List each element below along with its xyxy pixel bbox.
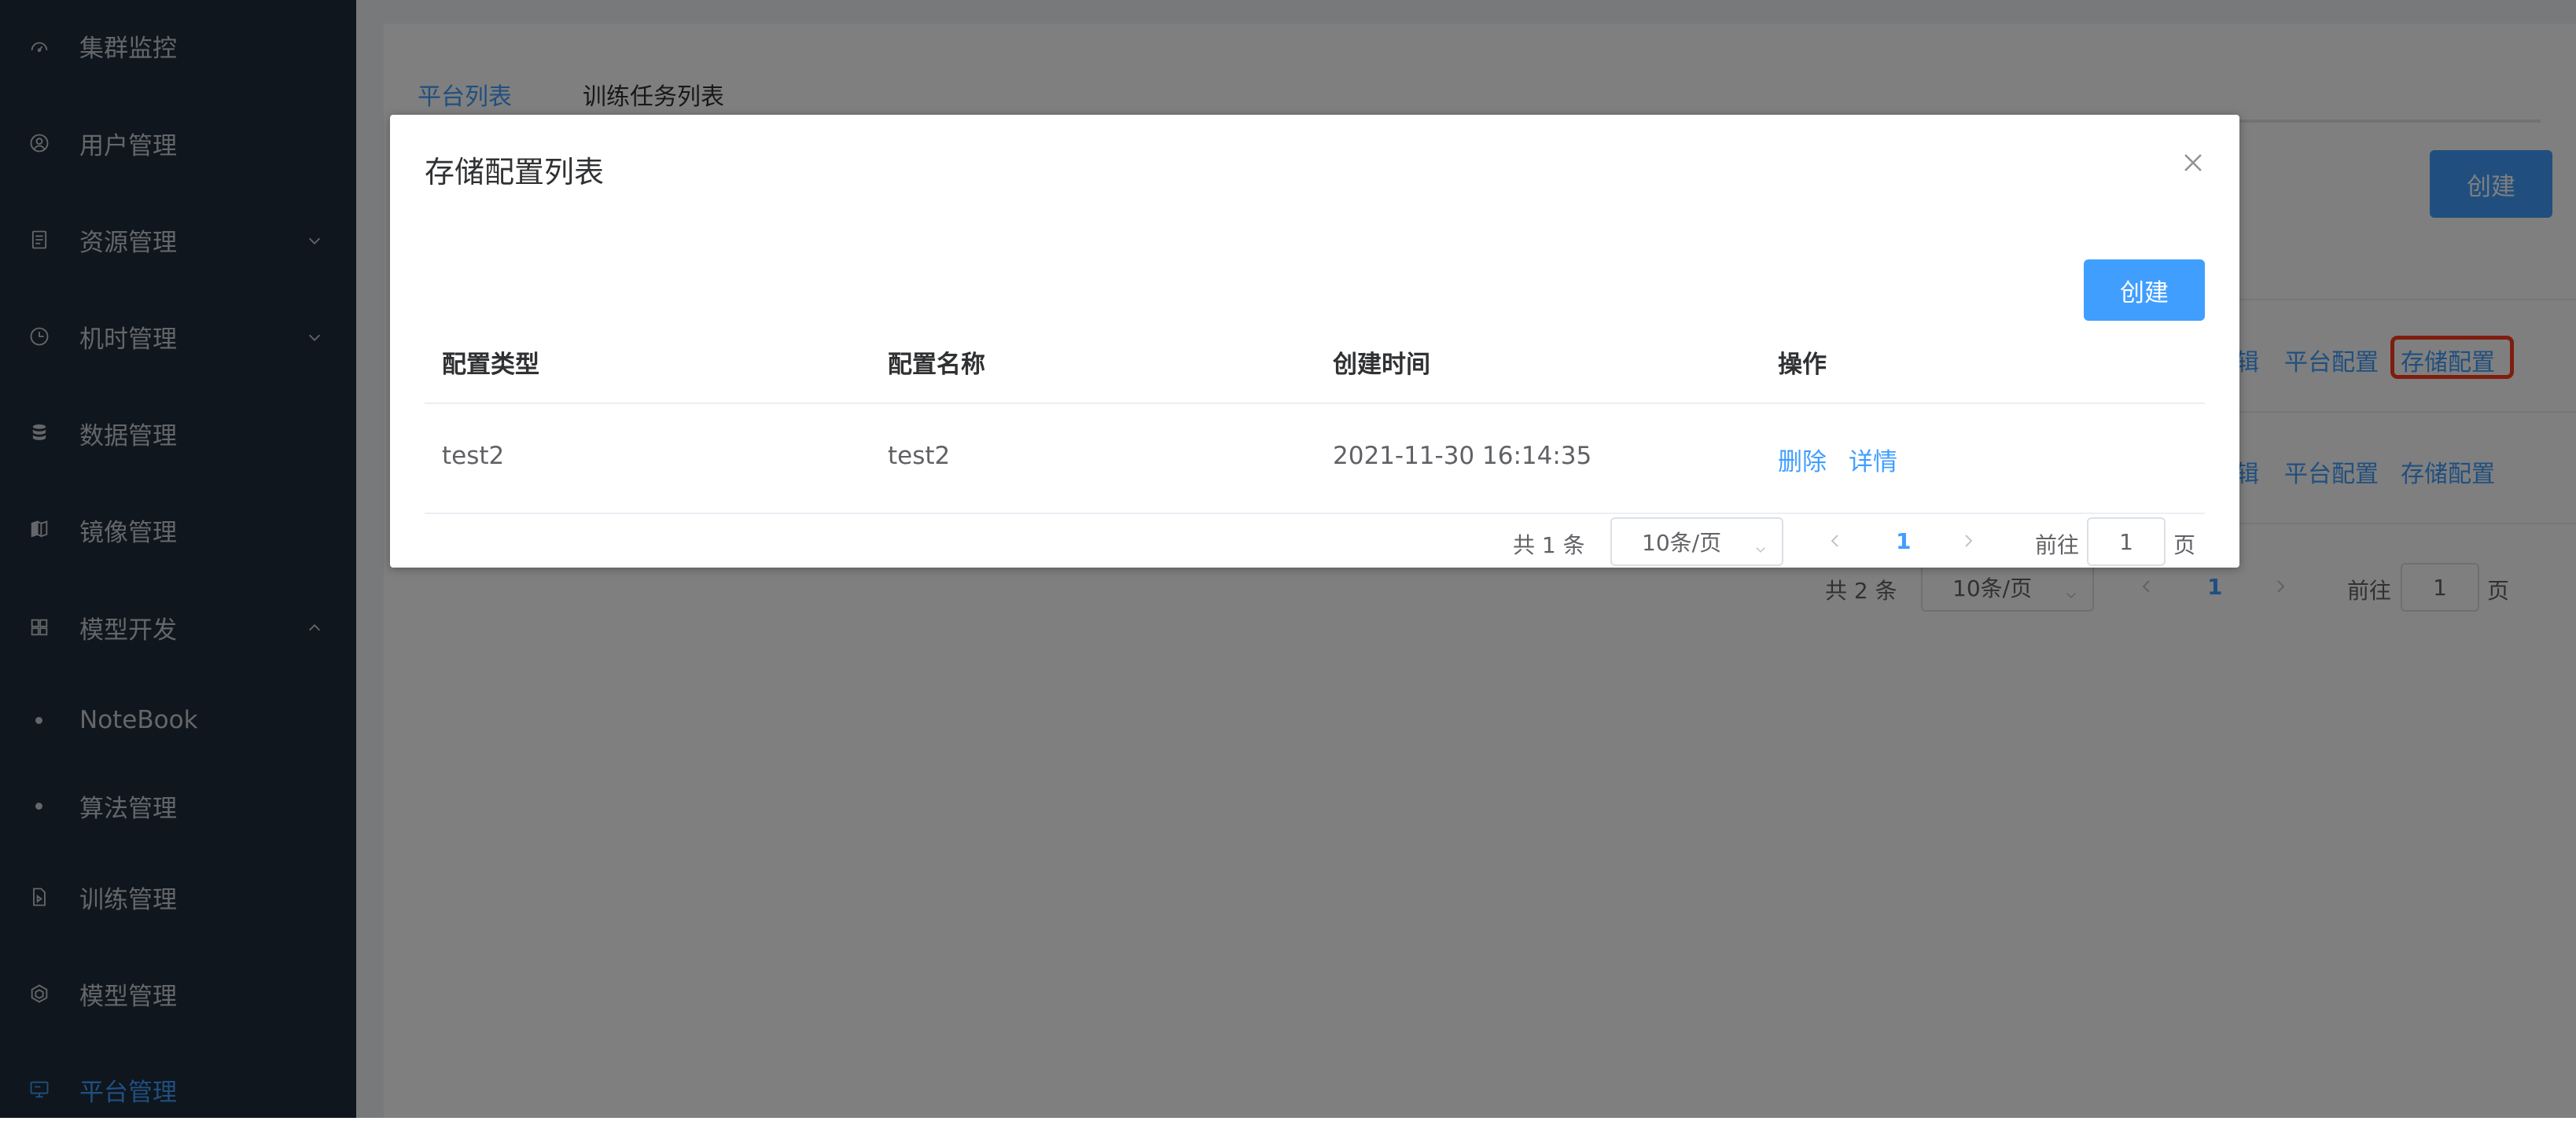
storage-config-dialog: 存储配置列表 创建 配置类型 配置名称 创建时间 操作 test2 test2 … — [390, 115, 2239, 568]
prev-page-icon[interactable] — [1826, 531, 1845, 550]
chevron-down-icon — [1754, 536, 1768, 562]
page-size-value: 10条/页 — [1642, 530, 1722, 556]
table-divider — [425, 513, 2205, 514]
column-header-actions: 操作 — [1778, 351, 1827, 379]
pager-total: 共 1 条 — [1513, 532, 1585, 558]
page-size-select[interactable]: 10条/页 — [1610, 517, 1783, 566]
column-header-created: 创建时间 — [1333, 351, 1430, 379]
page-suffix: 页 — [2173, 532, 2196, 558]
column-header-name: 配置名称 — [888, 351, 985, 379]
create-button[interactable]: 创建 — [2084, 259, 2205, 321]
delete-link[interactable]: 删除 — [1778, 442, 1827, 477]
detail-link[interactable]: 详情 — [1849, 442, 1897, 477]
close-icon[interactable] — [2180, 149, 2206, 176]
goto-label: 前往 — [2035, 532, 2080, 558]
table-divider — [425, 402, 2205, 404]
cell-name: test2 — [888, 442, 951, 470]
next-page-icon[interactable] — [1959, 531, 1978, 550]
dialog-title: 存储配置列表 — [425, 155, 605, 189]
goto-page-input[interactable]: 1 — [2087, 517, 2166, 566]
cell-created: 2021-11-30 16:14:35 — [1333, 442, 1592, 470]
cell-type: test2 — [442, 442, 505, 470]
column-header-type: 配置类型 — [442, 351, 539, 379]
current-page[interactable]: 1 — [1896, 528, 1911, 554]
